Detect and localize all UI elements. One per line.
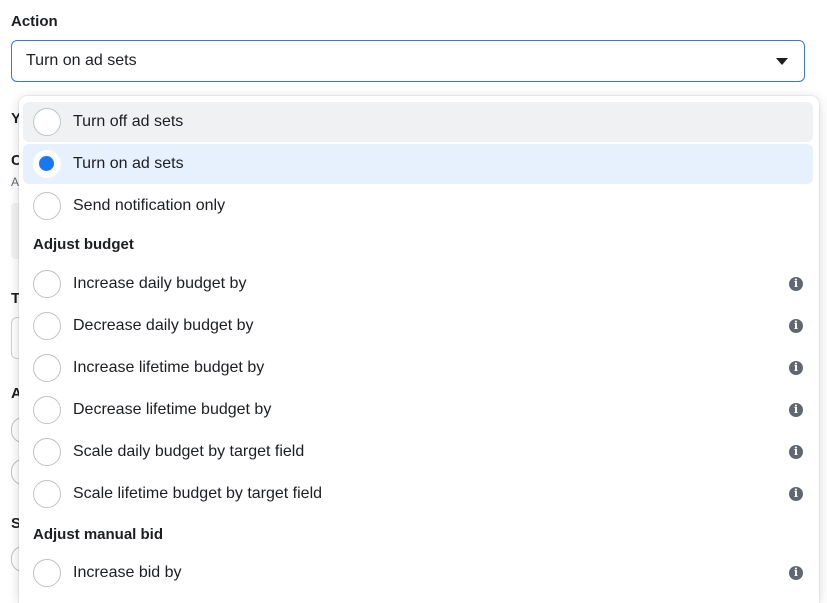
group-header-adjust-manual-bid: Adjust manual bid [33,526,164,543]
option-label: Send notification only [73,197,226,214]
radio-unchecked-icon [33,559,61,587]
bg-sublabel-fragment: A [11,175,20,189]
info-icon[interactable]: i [789,403,803,417]
option-label: Turn off ad sets [73,113,184,130]
radio-unchecked-icon [33,270,61,298]
radio-unchecked-icon [33,108,61,136]
info-icon[interactable]: i [789,487,803,501]
option-scale-daily-budget[interactable]: Scale daily budget by target field i [23,432,813,472]
option-turn-on-ad-sets[interactable]: Turn on ad sets [23,144,813,184]
option-decrease-daily-budget[interactable]: Decrease daily budget by i [23,306,813,346]
option-label: Increase bid by [73,564,182,581]
page: Action Turn on ad sets Y C A T A S Turn … [0,0,827,603]
action-label: Action [11,13,58,30]
option-scale-lifetime-budget[interactable]: Scale lifetime budget by target field i [23,474,813,514]
radio-unchecked-icon [33,396,61,424]
option-label: Decrease lifetime budget by [73,401,272,418]
option-turn-off-ad-sets[interactable]: Turn off ad sets [23,102,813,142]
group-header-adjust-budget: Adjust budget [33,236,134,253]
option-increase-lifetime-budget[interactable]: Increase lifetime budget by i [23,348,813,388]
info-icon[interactable]: i [789,445,803,459]
radio-checked-icon [33,150,61,178]
option-label: Scale daily budget by target field [73,443,305,460]
radio-unchecked-icon [33,192,61,220]
action-select-value: Turn on ad sets [26,52,137,69]
option-label: Decrease daily budget by [73,317,254,334]
info-icon[interactable]: i [789,319,803,333]
option-increase-daily-budget[interactable]: Increase daily budget by i [23,264,813,304]
info-icon[interactable]: i [789,566,803,580]
info-icon[interactable]: i [789,277,803,291]
option-label: Increase lifetime budget by [73,359,265,376]
action-select[interactable]: Turn on ad sets [11,40,805,82]
option-send-notification-only[interactable]: Send notification only [23,186,813,226]
option-increase-bid[interactable]: Increase bid by i [23,553,813,593]
radio-unchecked-icon [33,480,61,508]
action-dropdown: Turn off ad sets Turn on ad sets Send no… [19,96,819,603]
option-label: Increase daily budget by [73,275,247,292]
radio-unchecked-icon [33,354,61,382]
info-icon[interactable]: i [789,361,803,375]
option-label: Turn on ad sets [73,155,184,172]
radio-unchecked-icon [33,438,61,466]
option-label: Scale lifetime budget by target field [73,485,323,502]
option-decrease-lifetime-budget[interactable]: Decrease lifetime budget by i [23,390,813,430]
caret-down-icon [776,58,788,65]
radio-unchecked-icon [33,312,61,340]
